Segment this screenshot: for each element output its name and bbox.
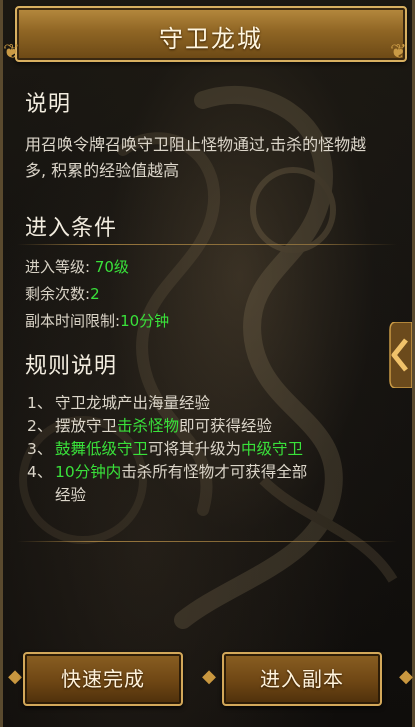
rule-number: 2、 (27, 417, 53, 435)
rule-highlight-text: 10分钟内 (55, 463, 122, 481)
enter-instance-button[interactable]: 进入副本 (222, 652, 382, 706)
rule-number: 3、 (27, 440, 53, 458)
rule-highlight-text: 中级守卫 (241, 440, 304, 458)
remaining-count-label: 剩余次数: (25, 285, 91, 303)
remaining-count-value: 2 (90, 285, 100, 303)
rule-text: 经验 (55, 486, 87, 504)
time-limit-row: 副本时间限制:10分钟 (25, 310, 169, 331)
chevron-left-icon[interactable] (386, 322, 412, 388)
rule-item: 1、 守卫龙城产出海量经验 (27, 392, 387, 415)
time-limit-value: 10分钟 (120, 312, 170, 330)
rule-highlight-text: 击杀怪物 (117, 417, 180, 435)
rule-number: 1、 (27, 394, 53, 412)
corner-ornament-icon: ❦ (390, 39, 407, 63)
rule-highlight-text: 鼓舞低级守卫 (55, 440, 149, 458)
section-divider (17, 541, 397, 542)
rule-text: 摆放守卫 (55, 417, 118, 435)
rules-heading: 规则说明 (25, 354, 118, 379)
rule-text: 可将其升级为 (148, 440, 242, 458)
rule-item: 4、 10分钟内击杀所有怪物才可获得全部 (27, 461, 387, 484)
title-banner: 守卫龙城 (15, 6, 407, 62)
conditions-heading: 进入条件 (25, 216, 118, 241)
rule-item: 经验 (27, 484, 387, 507)
rule-text: 守卫龙城产出海量经验 (55, 394, 211, 412)
button-ornament-icon: ◆ (399, 666, 413, 687)
description-text: 用召唤令牌召唤守卫阻止怪物通过,击杀的怪物越多, 积累的经验值越高 (25, 135, 367, 180)
quick-complete-button[interactable]: 快速完成 (23, 652, 183, 706)
entry-level-row: 进入等级: 70级 (25, 256, 129, 277)
entry-level-label: 进入等级: (25, 258, 91, 276)
corner-ornament-icon: ❦ (3, 39, 20, 63)
rule-number: 4、 (27, 463, 53, 481)
description-heading: 说明 (25, 92, 72, 117)
section-divider (17, 244, 397, 245)
button-ornament-icon: ◆ (202, 666, 216, 687)
rule-text: 击杀所有怪物才可获得全部 (121, 463, 308, 481)
page-title: 守卫龙城 (159, 25, 263, 53)
rule-item: 2、 摆放守卫击杀怪物即可获得经验 (27, 415, 387, 438)
rule-item: 3、 鼓舞低级守卫可将其升级为中级守卫 (27, 438, 387, 461)
remaining-count-row: 剩余次数:2 (25, 283, 100, 304)
time-limit-label: 副本时间限制: (25, 312, 121, 330)
dungeon-info-panel: 守卫龙城 ❦ ❦ 说明 用召唤令牌召唤守卫阻止怪物通过,击杀的怪物越多, 积累的… (0, 0, 415, 727)
button-ornament-icon: ◆ (8, 666, 22, 687)
entry-level-value: 70级 (94, 258, 129, 276)
rule-text: 即可获得经验 (179, 417, 273, 435)
